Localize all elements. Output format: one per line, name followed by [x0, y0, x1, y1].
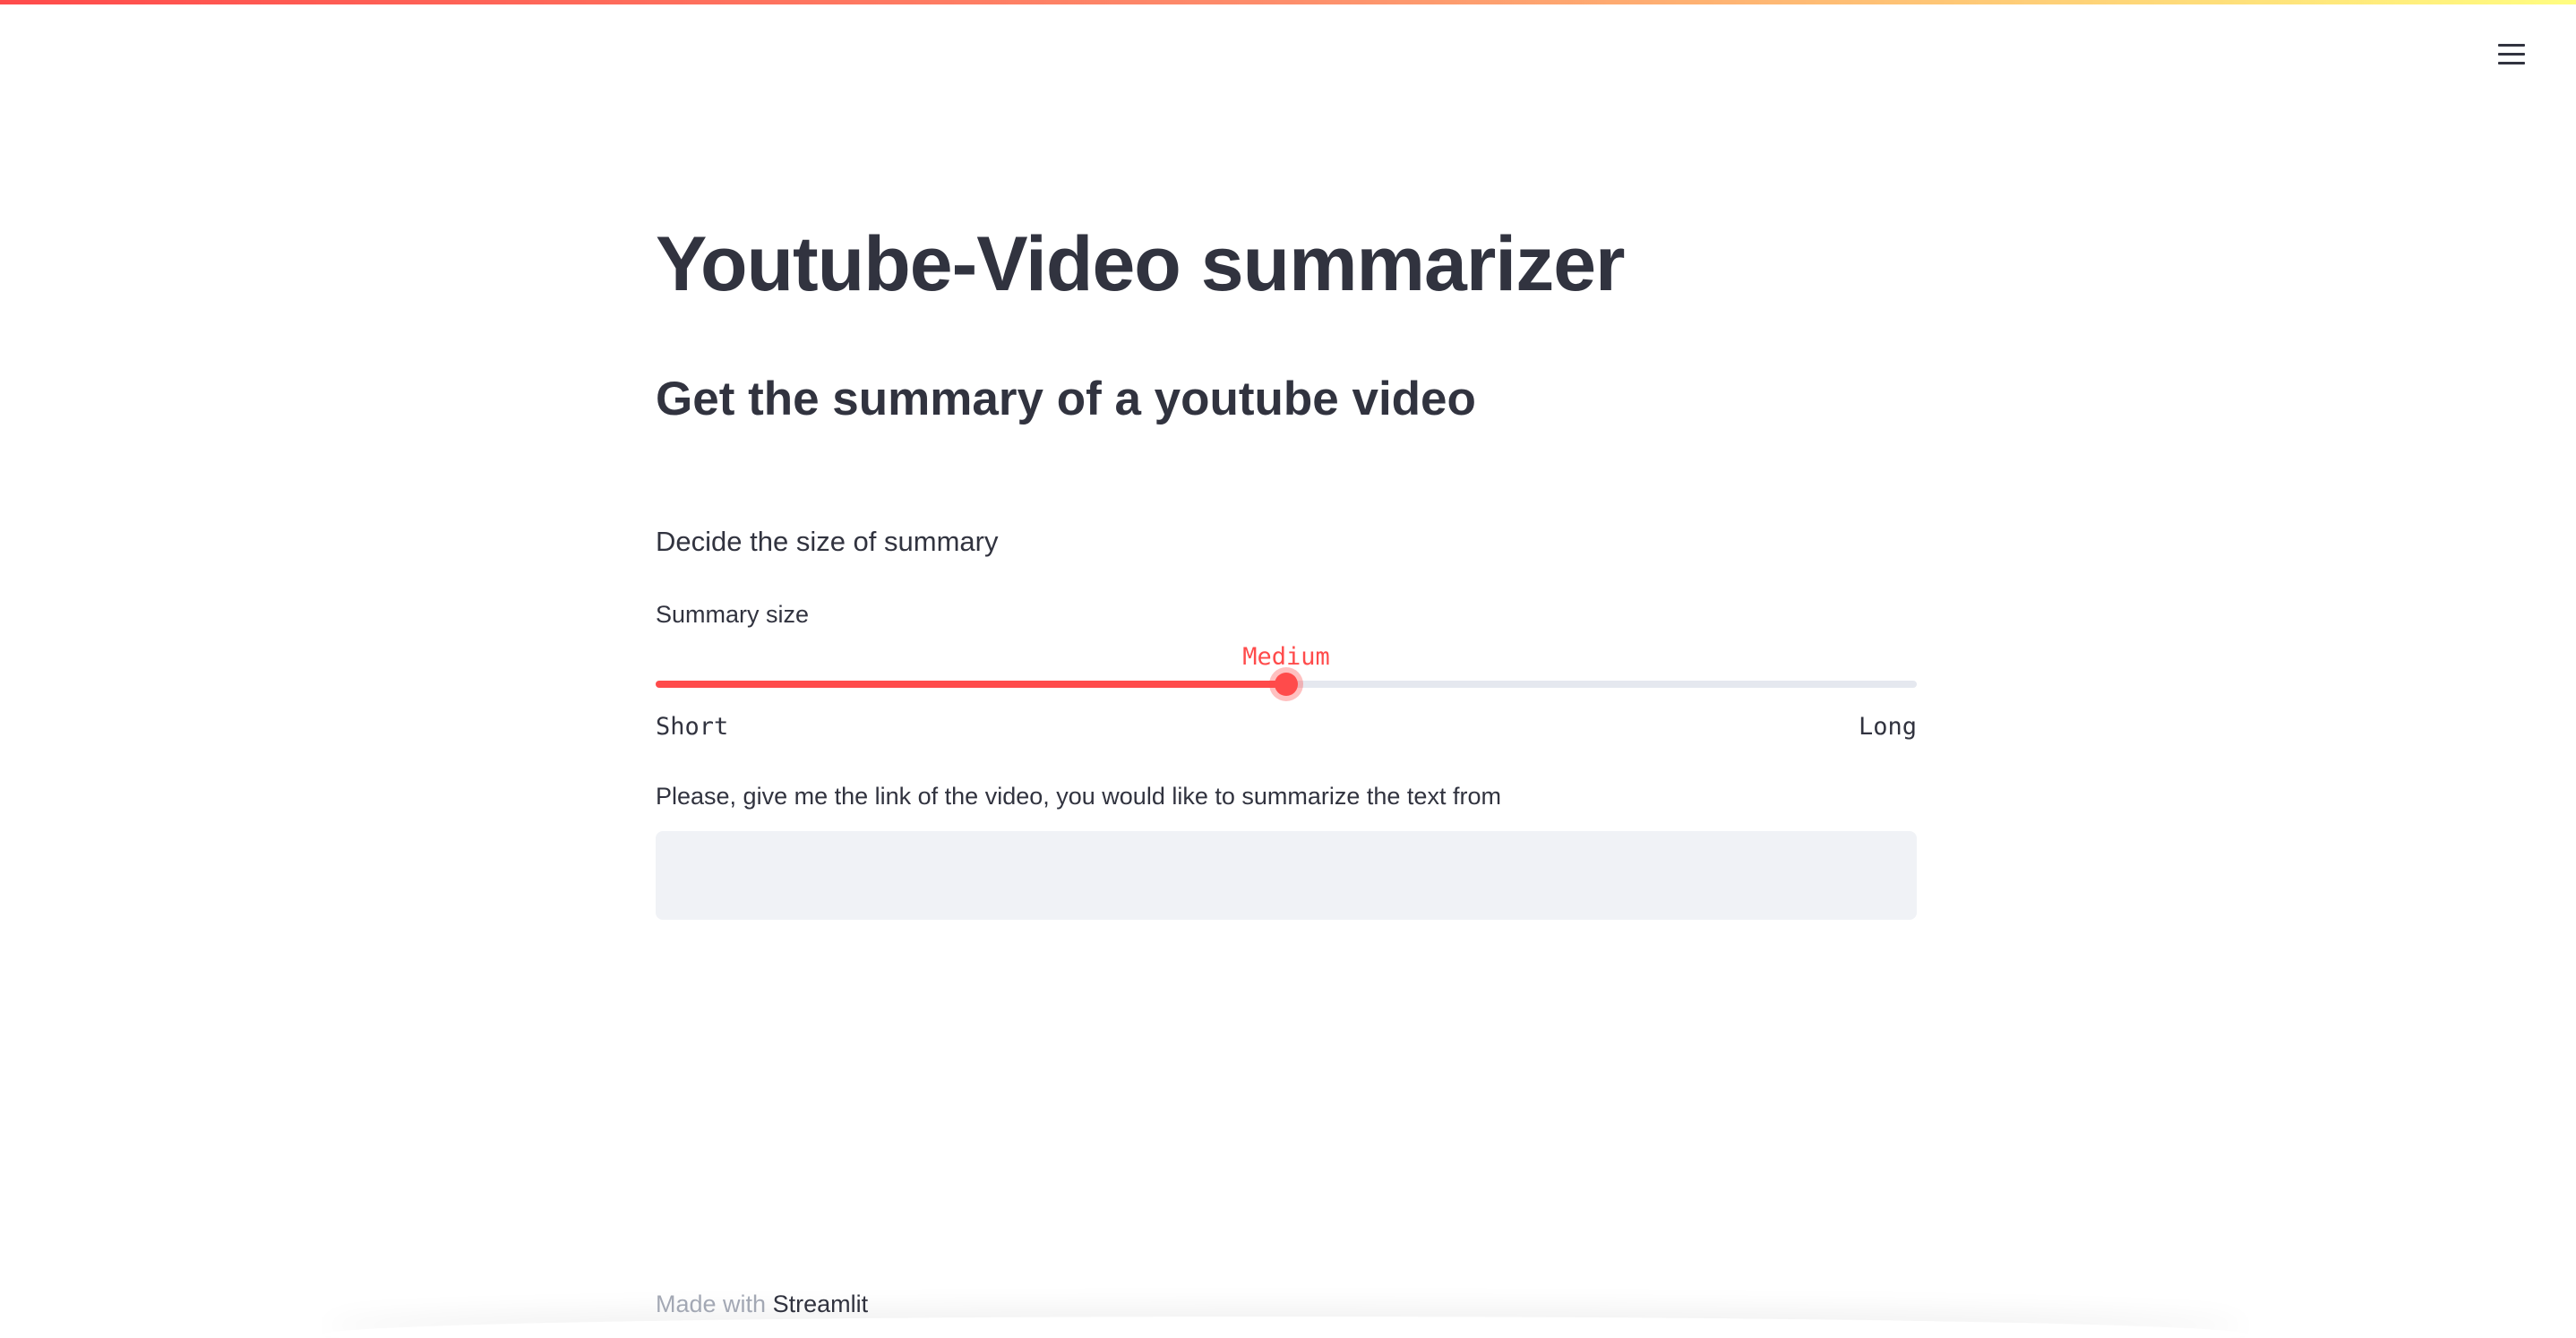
page-title: Youtube-Video summarizer	[656, 221, 1625, 307]
slider-min-label: Short	[656, 713, 729, 741]
footer: Made with Streamlit	[656, 1286, 868, 1322]
video-link-input[interactable]	[656, 831, 1917, 920]
summary-size-slider[interactable]: Medium Short Long	[656, 641, 1917, 749]
menu-line	[2498, 61, 2525, 64]
summary-size-instruction: Decide the size of summary	[656, 526, 999, 557]
slider-max-label: Long	[1858, 713, 1917, 741]
footer-shadow	[322, 1317, 2248, 1338]
slider-current-value: Medium	[1242, 643, 1330, 671]
app-root: Youtube-Video summarizer Get the summary…	[0, 0, 2576, 1338]
video-link-label: Please, give me the link of the video, y…	[656, 783, 1501, 810]
footer-made-with: Made with	[656, 1291, 767, 1317]
hamburger-menu-icon[interactable]	[2488, 32, 2535, 75]
menu-line	[2498, 43, 2525, 47]
page-subtitle: Get the summary of a youtube video	[656, 373, 1476, 425]
main-content: Youtube-Video summarizer Get the summary…	[656, 0, 1917, 1338]
summary-size-label: Summary size	[656, 601, 810, 628]
slider-fill	[656, 681, 1286, 688]
footer-streamlit-link[interactable]: Streamlit	[773, 1291, 869, 1317]
menu-line	[2498, 52, 2525, 56]
slider-thumb[interactable]	[1275, 673, 1298, 696]
